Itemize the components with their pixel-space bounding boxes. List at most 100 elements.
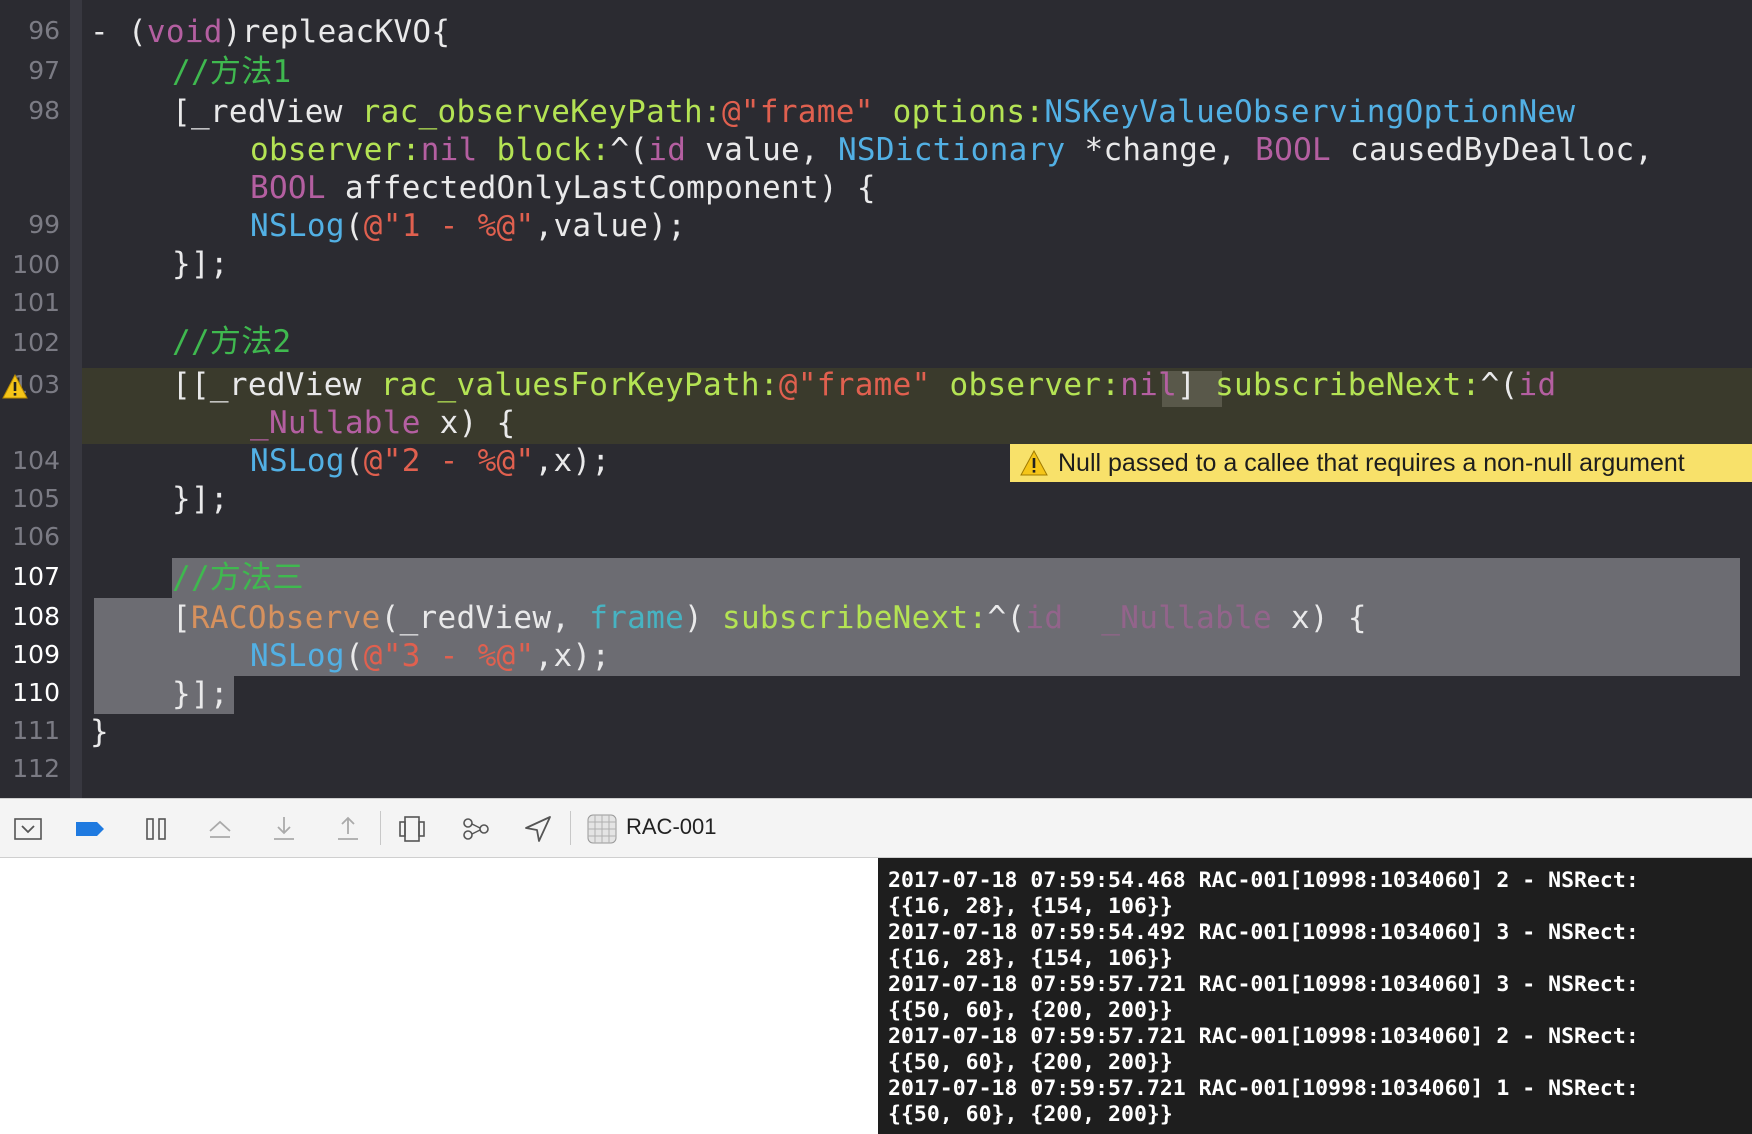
code-line-102: //方法2 (172, 323, 292, 361)
code-token: id (1518, 367, 1557, 403)
console-line: {{50, 60}, {200, 200}} (888, 1050, 1173, 1075)
code-line-109: NSLog(@"3 - %@",x); (250, 637, 610, 675)
warning-icon (1020, 450, 1048, 476)
code-line-100: }]; (172, 245, 229, 283)
code-token: ( (344, 638, 364, 674)
code-token: NSLog (250, 443, 345, 479)
code-token: }]; (172, 481, 229, 517)
line-number: 102 (12, 328, 60, 357)
code-token: frame (589, 600, 685, 636)
breakpoints-toggle-icon[interactable] (74, 813, 106, 845)
console-line: 2017-07-18 07:59:57.721 RAC-001[10998:10… (888, 972, 1639, 997)
code-token: void (146, 14, 223, 50)
pause-icon[interactable] (140, 813, 172, 845)
source-editor[interactable]: 96 97 98 99 100 101 102 103 104 105 106 … (0, 0, 1752, 798)
code-line-103-cont: _Nullable x) { (250, 404, 516, 442)
step-out-icon[interactable] (332, 813, 364, 845)
view-hierarchy-icon[interactable] (396, 813, 428, 845)
code-token: @"3 - %@" (363, 638, 535, 674)
toolbar-divider (380, 811, 381, 845)
console-line: {{50, 60}, {200, 200}} (888, 1102, 1173, 1127)
line-number: 106 (12, 522, 60, 551)
code-token: @"2 - %@" (363, 443, 535, 479)
console-line: 2017-07-18 07:59:57.721 RAC-001[10998:10… (888, 1076, 1639, 1101)
memory-graph-icon[interactable] (460, 813, 492, 845)
app-icon[interactable] (586, 813, 618, 845)
code-token: id (1025, 600, 1064, 636)
line-number: 110 (12, 678, 60, 707)
code-line-107: //方法三 (172, 559, 304, 597)
code-token: ,value); (534, 208, 687, 244)
code-token: ^( (987, 600, 1026, 636)
code-line-98-cont: observer:nil block:^(id value, NSDiction… (250, 131, 1653, 169)
code-line-103: [[_redView rac_valuesForKeyPath:@"frame"… (172, 366, 1556, 404)
code-token: nil (1120, 367, 1178, 403)
target-label[interactable]: RAC-001 (626, 814, 716, 840)
code-token: value, (686, 132, 838, 168)
code-token: x) { (420, 405, 516, 441)
hide-debug-area-icon[interactable] (12, 813, 44, 845)
code-token: }]; (172, 676, 229, 712)
variables-view[interactable] (0, 858, 878, 1134)
step-over-icon[interactable] (204, 813, 236, 845)
code-comment: //方法2 (172, 324, 292, 360)
code-token: causedByDealloc, (1331, 132, 1654, 168)
code-token: NSLog (250, 208, 345, 244)
code-comment: //方法1 (172, 54, 292, 90)
code-token: observer: (930, 367, 1121, 403)
console-line: 2017-07-18 07:59:54.492 RAC-001[10998:10… (888, 920, 1639, 945)
debug-toolbar: RAC-001 (0, 798, 1752, 858)
code-token: ] (1177, 367, 1216, 403)
code-line-99: NSLog(@"1 - %@",value); (250, 207, 686, 245)
warning-tooltip[interactable]: Null passed to a callee that requires a … (1010, 444, 1752, 482)
code-token: nil (420, 132, 478, 168)
code-token: )repleacKVO{ (222, 14, 451, 50)
code-token: block: (477, 132, 611, 168)
line-number: 104 (12, 446, 60, 475)
simulate-location-icon[interactable] (522, 813, 554, 845)
code-line-98: [_redView rac_observeKeyPath:@"frame" op… (172, 93, 1575, 131)
code-token: subscribeNext: (721, 600, 988, 636)
code-token: rac_observeKeyPath: (361, 94, 722, 130)
line-number: 97 (28, 56, 60, 85)
code-line-105: }]; (172, 480, 229, 518)
code-token: BOOL (1255, 132, 1332, 168)
console-line: {{50, 60}, {200, 200}} (888, 998, 1173, 1023)
code-token: - ( (90, 14, 147, 50)
code-token: [[_redView (172, 367, 381, 403)
code-token: BOOL (250, 170, 326, 206)
code-token: ) (684, 600, 722, 636)
code-token: ,x); (534, 638, 611, 674)
code-line-97: //方法1 (172, 53, 292, 91)
line-number: 98 (28, 96, 60, 125)
code-token: affectedOnlyLastComponent) { (325, 170, 876, 206)
line-number: 107 (12, 562, 60, 591)
code-token: NSDictionary (837, 132, 1066, 168)
line-number: 109 (12, 640, 60, 669)
console-line: 2017-07-18 07:59:57.721 RAC-001[10998:10… (888, 1024, 1639, 1049)
code-line-111: } (90, 713, 109, 751)
code-token: options: (873, 94, 1045, 130)
console-output[interactable]: 2017-07-18 07:59:54.468 RAC-001[10998:10… (878, 858, 1752, 1134)
code-token: ( (344, 208, 364, 244)
code-token: [_redView (172, 94, 362, 130)
code-token: ,x); (534, 443, 611, 479)
warning-icon[interactable] (2, 374, 28, 400)
code-token: rac_valuesForKeyPath: (380, 367, 779, 403)
code-token: *change, (1065, 132, 1256, 168)
warning-message: Null passed to a callee that requires a … (1058, 449, 1685, 477)
code-token: NSKeyValueObservingOptionNew (1044, 94, 1576, 130)
code-token: subscribeNext: (1215, 367, 1481, 403)
code-token: ^( (610, 132, 649, 168)
line-number: 111 (12, 716, 60, 745)
console-line: {{16, 28}, {154, 106}} (888, 946, 1173, 971)
line-number: 100 (12, 250, 60, 279)
code-token: @"frame" (721, 94, 874, 130)
step-into-icon[interactable] (268, 813, 300, 845)
code-token: ^( (1480, 367, 1519, 403)
code-token: NSLog (250, 638, 345, 674)
code-token: _Nullable (250, 405, 421, 441)
code-token: (_redView, (380, 600, 590, 636)
code-token: id (648, 132, 687, 168)
code-line-110: }]; (172, 675, 229, 713)
